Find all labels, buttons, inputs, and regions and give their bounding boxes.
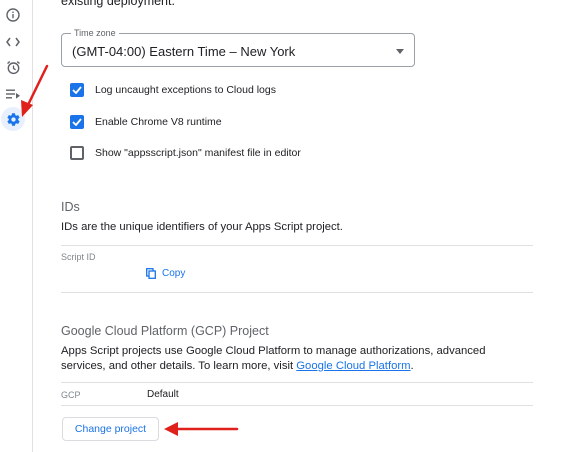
deployment-description-text: existing deployment. [61,0,175,8]
gcp-value: Default [147,389,179,400]
left-nav-rail [0,0,33,452]
gear-icon[interactable] [1,107,25,131]
show-manifest-checkbox[interactable] [70,146,84,160]
change-project-button[interactable]: Change project [62,417,159,441]
v8-runtime-option[interactable]: Enable Chrome V8 runtime [70,114,222,130]
divider [61,405,533,406]
executions-icon[interactable] [4,85,22,103]
ids-description: IDs are the unique identifiers of your A… [61,221,343,233]
gcp-label: GCP [61,390,81,400]
log-exceptions-option[interactable]: Log uncaught exceptions to Cloud logs [70,82,276,98]
copy-button[interactable]: Copy [146,268,185,279]
show-manifest-label: Show "appsscript.json" manifest file in … [95,147,301,159]
log-exceptions-label: Log uncaught exceptions to Cloud logs [95,84,276,96]
info-icon[interactable] [4,6,22,24]
code-icon[interactable] [4,33,22,51]
dropdown-arrow-icon [396,49,404,54]
gcp-link[interactable]: Google Cloud Platform [296,360,410,372]
script-id-label: Script ID [61,252,96,262]
ids-section-title: IDs [61,200,80,214]
alarm-icon[interactable] [4,58,22,76]
copy-icon [146,268,156,279]
timezone-label: Time zone [71,27,119,39]
timezone-select[interactable]: Time zone (GMT-04:00) Eastern Time – New… [61,27,415,67]
gcp-description-end: . [410,360,414,372]
log-exceptions-checkbox[interactable] [70,83,84,97]
gcp-description: Apps Script projects use Google Cloud Pl… [61,344,531,374]
show-manifest-option[interactable]: Show "appsscript.json" manifest file in … [70,145,301,161]
copy-label: Copy [162,268,186,279]
timezone-value: (GMT-04:00) Eastern Time – New York [72,44,296,59]
divider [61,245,533,246]
divider [61,292,533,293]
annotation-arrow-change-project [164,422,239,436]
v8-runtime-checkbox[interactable] [70,115,84,129]
gcp-section-title: Google Cloud Platform (GCP) Project [61,324,269,338]
divider [61,382,533,383]
v8-runtime-label: Enable Chrome V8 runtime [95,116,222,128]
gcp-description-text: Apps Script projects use Google Cloud Pl… [61,345,486,372]
